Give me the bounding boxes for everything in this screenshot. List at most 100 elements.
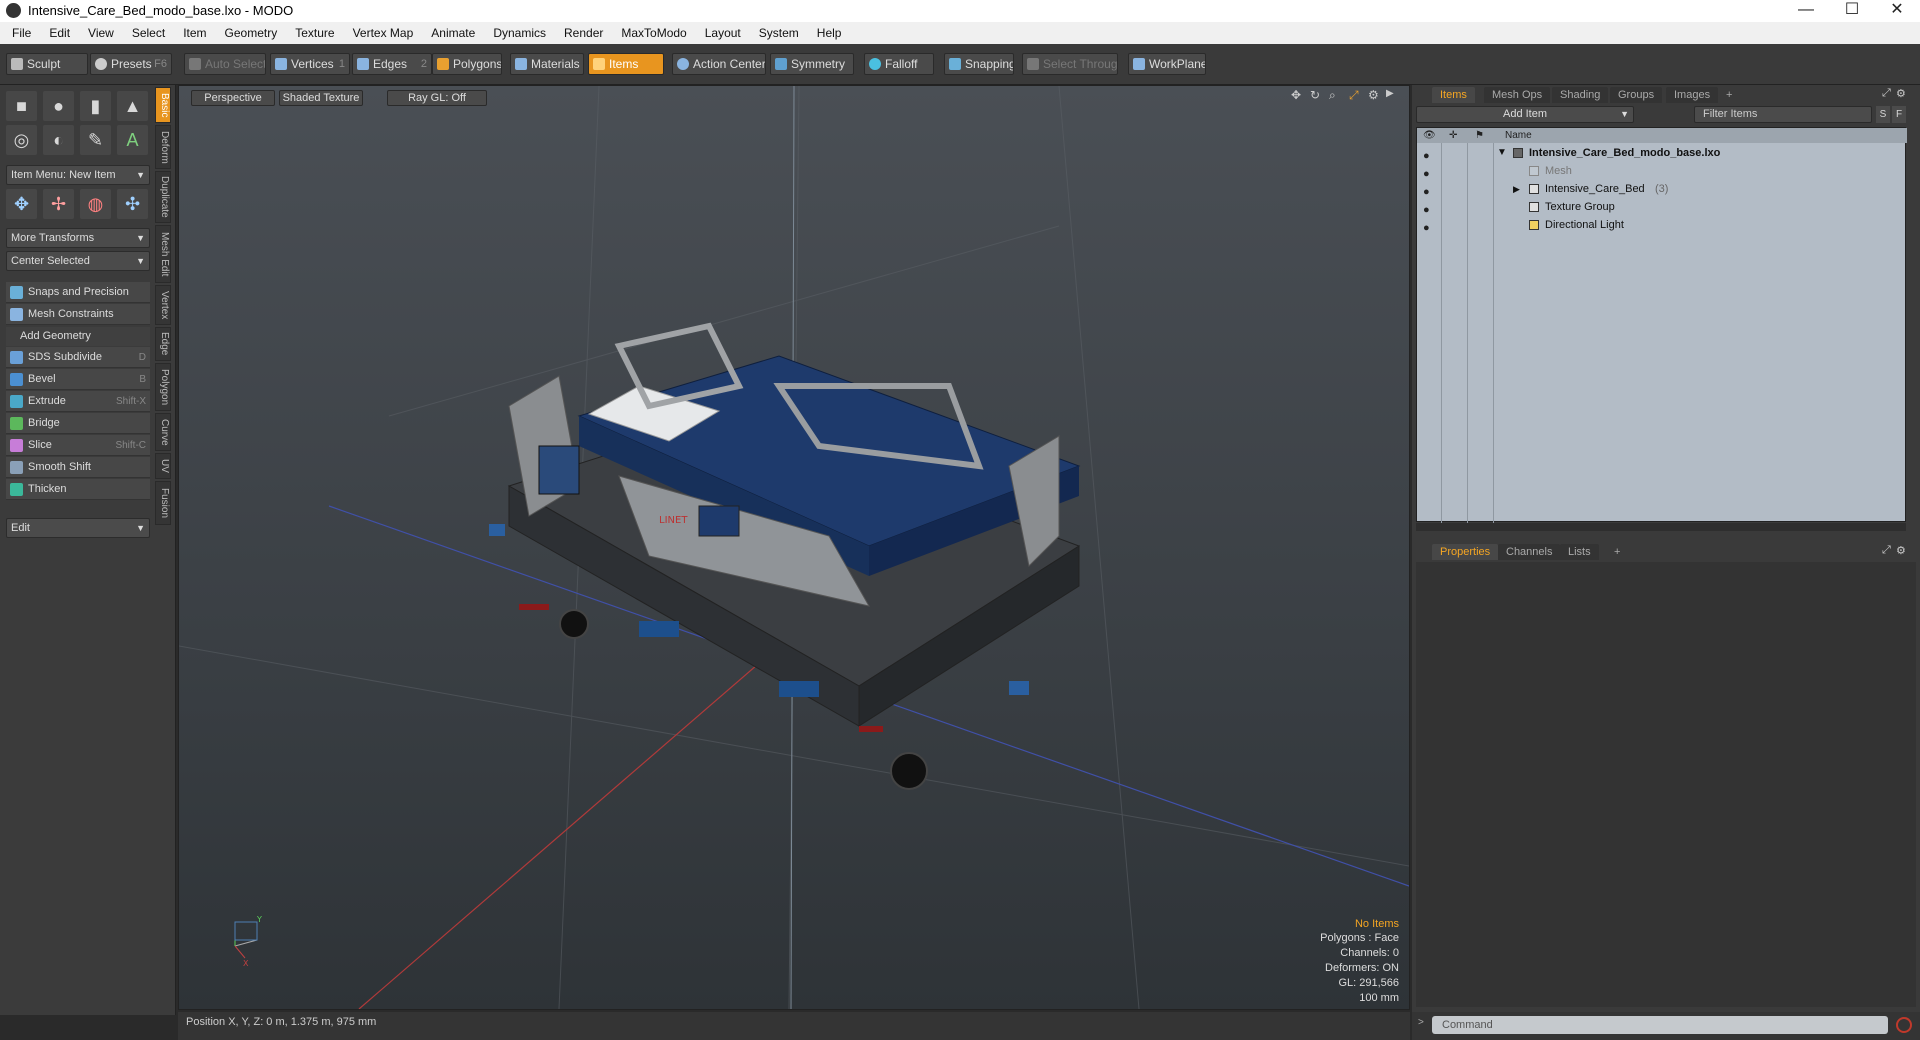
tab-mesh-edit[interactable]: Mesh Edit xyxy=(155,225,171,283)
record-icon[interactable] xyxy=(1896,1017,1912,1033)
gear-icon[interactable]: ⚙ xyxy=(1896,87,1906,100)
snaps-precision-button[interactable]: Snaps and Precision xyxy=(6,282,150,303)
menu-texture[interactable]: Texture xyxy=(289,26,346,40)
tree-row-mesh[interactable]: ● Mesh xyxy=(1417,162,1907,180)
more-transforms-dropdown[interactable]: More Transforms ▼ xyxy=(6,228,150,248)
transform-gizmo-icon[interactable]: ✣ xyxy=(117,189,148,219)
tab-items[interactable]: Items xyxy=(1432,87,1475,103)
filter-s-button[interactable]: S xyxy=(1876,106,1890,123)
cube-icon[interactable]: ■ xyxy=(6,91,37,121)
tab-fusion[interactable]: Fusion xyxy=(155,481,171,525)
scale-gizmo-icon[interactable]: ◍ xyxy=(80,189,111,219)
tool-slice[interactable]: Slice Shift-C xyxy=(6,435,150,456)
maximize-button[interactable]: ☐ xyxy=(1829,0,1875,22)
select-through-button[interactable]: Select Through xyxy=(1022,53,1118,75)
tab-deform[interactable]: Deform xyxy=(155,125,171,169)
tab-vertex[interactable]: Vertex xyxy=(155,285,171,325)
tree-row-texture-group[interactable]: ● Texture Group xyxy=(1417,198,1907,216)
center-selected-dropdown[interactable]: Center Selected ▼ xyxy=(6,251,150,271)
gear-icon[interactable]: ⚙ xyxy=(1896,544,1906,557)
panel-divider[interactable] xyxy=(1416,523,1906,531)
workplane-button[interactable]: WorkPlane xyxy=(1128,53,1206,75)
menu-render[interactable]: Render xyxy=(558,26,615,40)
item-menu-dropdown[interactable]: Item Menu: New Item ▼ xyxy=(6,165,150,185)
tab-edge[interactable]: Edge xyxy=(155,327,171,361)
expand-panel-icon[interactable]: ⤢ xyxy=(1882,544,1891,557)
menu-vertex-map[interactable]: Vertex Map xyxy=(347,26,426,40)
filter-f-button[interactable]: F xyxy=(1892,106,1906,123)
tool-bevel[interactable]: Bevel B xyxy=(6,369,150,390)
tab-shading[interactable]: Shading xyxy=(1552,87,1609,103)
cone-icon[interactable]: ▲ xyxy=(117,91,148,121)
tool-bridge[interactable]: Bridge xyxy=(6,413,150,434)
add-tab-button[interactable]: + xyxy=(1606,544,1628,560)
tab-images[interactable]: Images xyxy=(1666,87,1719,103)
menu-layout[interactable]: Layout xyxy=(699,26,753,40)
tool-thicken[interactable]: Thicken xyxy=(6,479,150,500)
cylinder-icon[interactable]: ▮ xyxy=(80,91,111,121)
tree-row-scene[interactable]: ● ▼ Intensive_Care_Bed_modo_base.lxo xyxy=(1417,144,1907,162)
edit-dropdown[interactable]: Edit ▼ xyxy=(6,518,150,538)
menu-system[interactable]: System xyxy=(753,26,811,40)
menu-dynamics[interactable]: Dynamics xyxy=(487,26,558,40)
text-tool-icon[interactable]: A xyxy=(117,125,148,155)
tab-duplicate[interactable]: Duplicate xyxy=(155,171,171,223)
tab-polygon[interactable]: Polygon xyxy=(155,363,171,411)
item-list-tree[interactable]: 👁 ✛ ⚑ Name ● ▼ Intensive_Care_Bed_modo_b… xyxy=(1416,127,1907,523)
rotate-gizmo-icon[interactable]: ✢ xyxy=(43,189,74,219)
menu-help[interactable]: Help xyxy=(811,26,854,40)
sculpt-button[interactable]: Sculpt xyxy=(6,53,88,75)
tab-properties[interactable]: Properties xyxy=(1432,544,1499,560)
edges-button[interactable]: Edges 2 xyxy=(352,53,432,75)
menu-animate[interactable]: Animate xyxy=(425,26,487,40)
mesh-constraints-button[interactable]: Mesh Constraints xyxy=(6,304,150,325)
pen-icon[interactable]: ✎ xyxy=(80,125,111,155)
sphere-icon[interactable]: ● xyxy=(43,91,74,121)
items-button[interactable]: Items xyxy=(588,53,664,75)
menu-edit[interactable]: Edit xyxy=(43,26,82,40)
action-center-button[interactable]: Action Center xyxy=(672,53,766,75)
polygons-button[interactable]: Polygons xyxy=(432,53,502,75)
expand-arrow-icon[interactable]: ▶ xyxy=(1513,180,1520,198)
tree-row-bed-group[interactable]: ● ▶ Intensive_Care_Bed (3) xyxy=(1417,180,1907,198)
minimize-button[interactable]: — xyxy=(1783,0,1829,22)
tool-sds-subdivide[interactable]: SDS Subdivide D xyxy=(6,347,150,368)
materials-button[interactable]: Materials xyxy=(510,53,584,75)
menu-maxtomodo[interactable]: MaxToModo xyxy=(615,26,698,40)
filter-items-input[interactable]: Filter Items xyxy=(1694,106,1872,123)
tab-basic[interactable]: Basic xyxy=(155,87,171,123)
tool-extrude[interactable]: Extrude Shift-X xyxy=(6,391,150,412)
tab-groups[interactable]: Groups xyxy=(1610,87,1663,103)
add-item-dropdown[interactable]: Add Item ▼ xyxy=(1416,106,1634,123)
close-button[interactable]: ✕ xyxy=(1874,0,1920,22)
tab-lists[interactable]: Lists xyxy=(1560,544,1599,560)
tab-curve[interactable]: Curve xyxy=(155,413,171,451)
falloff-button[interactable]: Falloff xyxy=(864,53,934,75)
menu-select[interactable]: Select xyxy=(126,26,177,40)
menu-view[interactable]: View xyxy=(82,26,126,40)
tool-smooth-shift[interactable]: Smooth Shift xyxy=(6,457,150,478)
snapping-button[interactable]: Snapping xyxy=(944,53,1014,75)
command-input[interactable]: Command xyxy=(1432,1016,1888,1034)
torus-icon[interactable]: ◎ xyxy=(6,125,37,155)
auto-select-button[interactable]: Auto Select xyxy=(184,53,266,75)
menu-file[interactable]: File xyxy=(6,26,43,40)
add-geometry-header[interactable]: Add Geometry xyxy=(6,327,150,346)
menu-item[interactable]: Item xyxy=(177,26,218,40)
move-gizmo-icon[interactable]: ✥ xyxy=(6,189,37,219)
tab-uv[interactable]: UV xyxy=(155,453,171,479)
symmetry-button[interactable]: Symmetry xyxy=(770,53,854,75)
expand-panel-icon[interactable]: ⤢ xyxy=(1882,87,1891,100)
name-column-header[interactable]: Name xyxy=(1505,128,1532,143)
collapse-arrow-icon[interactable]: ▼ xyxy=(1497,144,1507,162)
tree-row-directional-light[interactable]: ● Directional Light xyxy=(1417,216,1907,234)
add-tab-button[interactable]: + xyxy=(1718,87,1740,103)
3d-viewport[interactable]: Perspective Shaded Texture Ray GL: Off ✥… xyxy=(178,85,1410,1010)
eye-icon[interactable]: ● xyxy=(1423,219,1430,237)
presets-button[interactable]: Presets F6 xyxy=(90,53,172,75)
tab-channels[interactable]: Channels xyxy=(1498,544,1561,560)
capsule-icon[interactable]: ◐ xyxy=(43,125,74,155)
tab-mesh-ops[interactable]: Mesh Ops xyxy=(1484,87,1551,103)
menu-geometry[interactable]: Geometry xyxy=(219,26,290,40)
vertices-button[interactable]: Vertices 1 xyxy=(270,53,350,75)
